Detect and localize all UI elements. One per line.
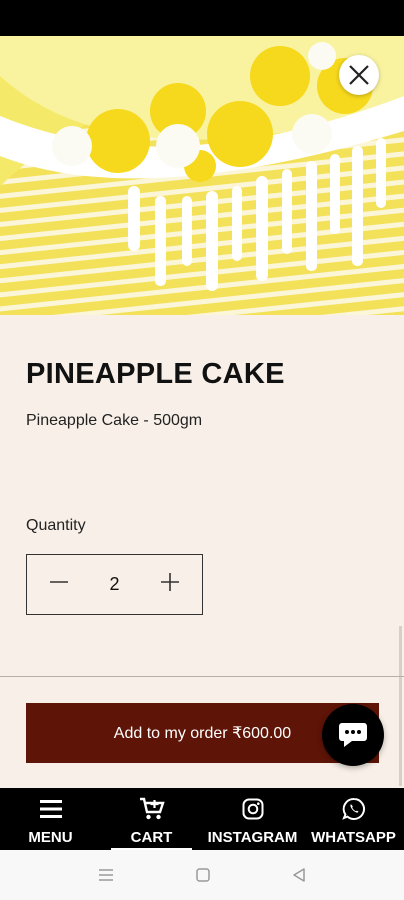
product-title: PINEAPPLE CAKE	[26, 358, 285, 390]
divider	[0, 676, 404, 677]
decrement-button[interactable]	[49, 572, 69, 597]
nav-item-whatsapp[interactable]: WHATSAPP	[303, 788, 404, 850]
nav-item-instagram[interactable]: INSTAGRAM	[202, 788, 303, 850]
nav-label-menu: MENU	[28, 829, 73, 846]
instagram-icon	[242, 795, 264, 823]
nav-item-cart[interactable]: CART	[101, 788, 202, 850]
nav-label-whatsapp: WHATSAPP	[311, 829, 396, 846]
close-icon	[349, 65, 369, 85]
product-subtitle: Pineapple Cake - 500gm	[26, 412, 203, 429]
system-nav-bar	[0, 850, 404, 900]
nav-label-cart: CART	[130, 829, 173, 846]
chat-button[interactable]	[322, 704, 384, 766]
nav-item-menu[interactable]: MENU	[0, 788, 101, 850]
status-bar	[0, 0, 404, 36]
menu-icon	[39, 795, 62, 823]
plus-icon	[160, 573, 179, 591]
increment-button[interactable]	[160, 572, 180, 597]
minus-icon	[50, 581, 68, 583]
home-icon[interactable]	[195, 867, 211, 883]
scrollbar[interactable]	[399, 626, 402, 786]
whatsapp-icon	[341, 795, 366, 823]
bottom-nav: MENU CART INSTAGRAM WHATSAPP	[0, 788, 404, 850]
chat-icon	[339, 723, 367, 747]
nav-label-instagram: INSTAGRAM	[207, 829, 298, 846]
cart-icon	[139, 795, 165, 823]
quantity-stepper: 2	[26, 554, 203, 615]
back-icon[interactable]	[291, 867, 307, 883]
recents-icon[interactable]	[97, 867, 115, 883]
quantity-label: Quantity	[26, 517, 86, 534]
quantity-value[interactable]: 2	[109, 574, 119, 595]
close-button[interactable]	[339, 55, 379, 95]
